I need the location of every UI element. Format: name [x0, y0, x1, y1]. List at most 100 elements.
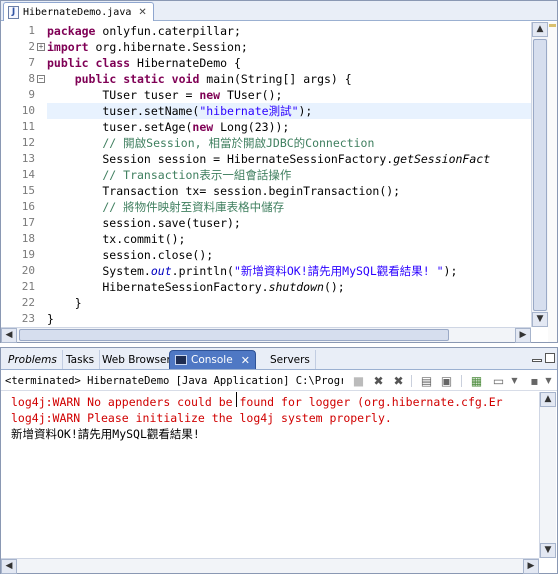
close-icon[interactable]: ✕: [241, 354, 250, 367]
maximize-icon[interactable]: [545, 353, 555, 363]
java-file-icon: J: [8, 5, 19, 19]
view-menu-icon[interactable]: ▼: [541, 374, 556, 388]
tab-problems[interactable]: Problems: [3, 350, 63, 369]
code-line[interactable]: tuser.setName("hibernate測試");: [47, 103, 531, 119]
overview-ruler[interactable]: [548, 22, 557, 342]
line-number: 8: [28, 72, 35, 85]
code-line[interactable]: // Transaction表示一組會話操作: [47, 167, 291, 183]
tab-label: Problems: [8, 353, 57, 366]
editor-horizontal-scrollbar[interactable]: ◀ ▶: [1, 327, 531, 343]
open-console-icon[interactable]: ▦: [469, 374, 484, 388]
scroll-up-icon[interactable]: ▲: [532, 22, 548, 37]
editor-tab-label: HibernateDemo.java: [23, 6, 132, 18]
remove-all-terminated-icon[interactable]: ✖: [391, 374, 406, 388]
horizontal-scroll-thumb[interactable]: [19, 329, 449, 341]
scroll-right-icon[interactable]: ▶: [515, 328, 531, 343]
code-token: static: [123, 72, 165, 86]
code-token: ();: [323, 280, 345, 294]
expand-fold-icon[interactable]: +: [37, 43, 45, 51]
terminate-icon[interactable]: ■: [351, 374, 366, 388]
tab-web-browser[interactable]: Web Browser: [97, 350, 177, 369]
console-process-description: <terminated> HibernateDemo [Java Applica…: [5, 375, 343, 387]
code-token: "hibernate測試": [199, 104, 299, 118]
code-token: main(String[] args) {: [199, 72, 352, 86]
code-line[interactable]: }: [47, 295, 82, 311]
code-line[interactable]: // 將物件映射至資料庫表格中儲存: [47, 199, 284, 215]
line-number: 17: [21, 216, 35, 229]
code-line[interactable]: System.out.println("新增資料OK!請先用MySQL觀看結果!…: [47, 263, 457, 279]
pin-icon[interactable]: ▪: [527, 374, 542, 388]
code-token: session.save(tuser);: [47, 216, 241, 230]
line-number: 19: [21, 248, 35, 261]
remove-launch-icon[interactable]: ✖: [371, 374, 386, 388]
code-line[interactable]: // 開啟Session, 相當於開啟JDBC的Connection: [47, 135, 374, 151]
chevron-down-icon[interactable]: ▼: [507, 374, 522, 388]
code-line[interactable]: import org.hibernate.Session;: [47, 39, 248, 55]
line-number: 7: [28, 56, 35, 69]
code-line[interactable]: }: [47, 311, 54, 327]
scroll-left-icon[interactable]: ◀: [1, 559, 17, 574]
code-line[interactable]: session.save(tuser);: [47, 215, 241, 231]
scroll-lock-icon[interactable]: ▤: [419, 374, 434, 388]
console-toolbar: <terminated> HibernateDemo [Java Applica…: [1, 371, 557, 391]
console-output-line: log4j:WARN No appenders could be found f…: [11, 395, 503, 409]
code-token: void: [171, 72, 200, 86]
code-line[interactable]: tuser.setAge(new Long(23));: [47, 119, 289, 135]
editor-tab-bar: J HibernateDemo.java ✕: [1, 1, 557, 21]
line-number: 1: [28, 24, 35, 37]
tab-servers[interactable]: Servers: [265, 350, 316, 369]
tab-label: Web Browser: [102, 353, 171, 366]
scroll-up-icon[interactable]: ▲: [540, 392, 556, 407]
code-line[interactable]: TUser tuser = new TUser();: [47, 87, 282, 103]
code-token: .println(: [171, 264, 234, 278]
line-number: 20: [21, 264, 35, 277]
code-line[interactable]: HibernateSessionFactory.shutdown();: [47, 279, 345, 295]
minimize-icon[interactable]: [532, 359, 542, 362]
close-icon[interactable]: ✕: [138, 7, 146, 18]
code-token: }: [47, 312, 54, 326]
editor-tab-hibernatedemo[interactable]: J HibernateDemo.java ✕: [3, 2, 154, 21]
toolbar-separator: [461, 375, 462, 387]
scroll-left-icon[interactable]: ◀: [1, 328, 17, 343]
code-line[interactable]: package onlyfun.caterpillar;: [47, 23, 241, 39]
code-token: // 開啟Session, 相當於開啟JDBC的Connection: [47, 136, 375, 150]
pin-console-icon[interactable]: ▣: [439, 374, 454, 388]
collapse-fold-icon[interactable]: −: [37, 75, 45, 83]
code-token: );: [443, 264, 458, 278]
line-number: 9: [28, 88, 35, 101]
scroll-right-icon[interactable]: ▶: [523, 559, 539, 574]
code-token: Long(23));: [213, 120, 290, 134]
code-token: import: [47, 40, 89, 54]
console-vertical-scrollbar[interactable]: ▲ ▼: [539, 392, 556, 558]
code-text-area[interactable]: package onlyfun.caterpillar; import org.h…: [45, 22, 531, 327]
code-line[interactable]: session.close();: [47, 247, 213, 263]
overview-annotation-marker[interactable]: [549, 24, 556, 27]
code-token: TUser();: [220, 88, 283, 102]
code-token: HibernateSessionFactory.: [47, 280, 269, 294]
console-output[interactable]: log4j:WARN No appenders could be found f…: [1, 392, 539, 558]
scroll-down-icon[interactable]: ▼: [540, 543, 556, 558]
code-token: }: [47, 296, 82, 310]
code-token: Transaction tx= session.beginTransaction…: [47, 184, 401, 198]
display-selected-console-icon[interactable]: ▭: [491, 374, 506, 388]
code-line[interactable]: Session session = HibernateSessionFactor…: [47, 151, 490, 167]
console-icon: [175, 355, 187, 365]
code-token: out: [150, 264, 172, 278]
tab-tasks[interactable]: Tasks: [61, 350, 101, 369]
console-horizontal-scrollbar[interactable]: ◀ ▶: [1, 558, 539, 574]
code-token: tuser.setAge(: [47, 120, 193, 134]
code-token: HibernateDemo {: [130, 56, 241, 70]
code-line[interactable]: tx.commit();: [47, 231, 185, 247]
code-line[interactable]: public static void main(String[] args) {: [47, 71, 352, 87]
code-line[interactable]: Transaction tx= session.beginTransaction…: [47, 183, 400, 199]
code-line[interactable]: public class HibernateDemo {: [47, 55, 241, 71]
line-number: 18: [21, 232, 35, 245]
code-token: public: [47, 56, 89, 70]
editor-vertical-scrollbar[interactable]: ▲ ▼: [531, 22, 548, 327]
views-panel: Problems Tasks Web Browser Console ✕ Ser…: [0, 347, 558, 574]
tab-console[interactable]: Console ✕: [169, 350, 256, 369]
scroll-down-icon[interactable]: ▼: [532, 312, 548, 327]
editor-body: 1 2 +7 8−9 10 11 12 13 14 15 16 17 18 19 20 21 22 23 pack…: [1, 22, 557, 343]
code-token: package: [47, 24, 96, 38]
vertical-scroll-thumb[interactable]: [533, 39, 547, 311]
